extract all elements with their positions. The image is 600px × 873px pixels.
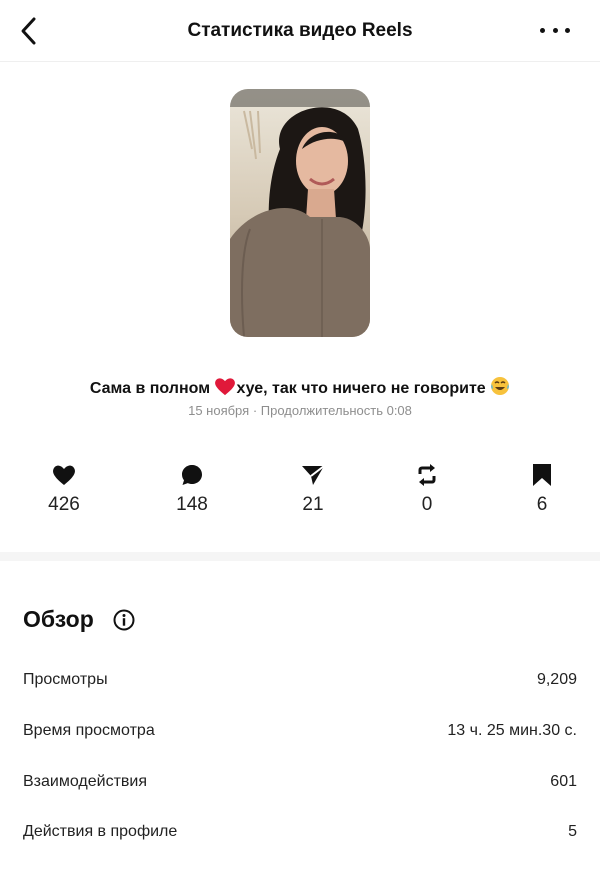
overview-heading: Обзор [23,606,94,632]
meta-separator: · [252,403,258,418]
heart-icon [53,465,75,485]
comment-icon [182,465,202,485]
watch-time-label: Время просмотра [23,722,155,739]
info-button[interactable] [113,609,135,631]
comments-stat[interactable]: 148 [147,462,237,516]
reposts-count: 0 [421,494,433,515]
interactions-value: 601 [550,773,577,790]
interactions-label: Взаимодействия [23,773,147,790]
views-value: 9,209 [536,671,577,688]
more-horizontal-icon [540,27,545,33]
laughing-tears-emoji-icon [491,377,510,395]
reel-meta: 15 ноября · Продолжительность 0:08 [0,403,600,418]
watch-time-value: 13 ч. 25 мин.30 с. [447,722,577,739]
saves-stat[interactable]: 6 [497,462,587,516]
shares-count: 21 [302,494,324,515]
reel-thumbnail-image [230,89,370,337]
profile-actions-label: Действия в профиле [23,823,178,840]
reposts-stat[interactable]: 0 [382,462,472,516]
repost-icon [418,464,436,486]
more-options-button[interactable] [540,20,570,40]
overview-row-interactions[interactable]: Взаимодействия 601 [23,770,577,794]
saves-count: 6 [536,494,548,515]
post-date: 15 ноября [188,403,250,418]
duration-label: Продолжительность 0:08 [260,403,412,418]
overview-row-views[interactable]: Просмотры 9,209 [23,668,577,692]
overview-row-watch-time[interactable]: Время просмотра 13 ч. 25 мин.30 с. [23,719,577,743]
engagement-stats: 426 148 21 0 6 [0,462,600,522]
profile-actions-value: 5 [568,823,577,840]
comments-count: 148 [176,494,208,515]
shares-stat[interactable]: 21 [268,462,358,516]
reel-thumbnail[interactable] [230,89,370,337]
info-icon [113,609,135,631]
caption-text-end: хуе, так что ничего не говорите [236,380,491,397]
share-icon [302,465,325,485]
page-title: Статистика видео Reels [187,20,413,41]
caption-text-start: Сама в полном [89,380,215,397]
likes-stat[interactable]: 426 [19,462,109,516]
section-divider [0,552,600,561]
reel-caption: Сама в полном хуе, так что ничего не гов… [0,376,600,398]
overview-row-profile-actions[interactable]: Действия в профиле 5 [23,820,577,844]
bookmark-icon [533,464,551,486]
likes-count: 426 [48,494,80,515]
views-label: Просмотры [23,671,108,688]
top-bar: Статистика видео Reels [0,0,600,62]
red-heart-emoji-icon [215,378,236,396]
